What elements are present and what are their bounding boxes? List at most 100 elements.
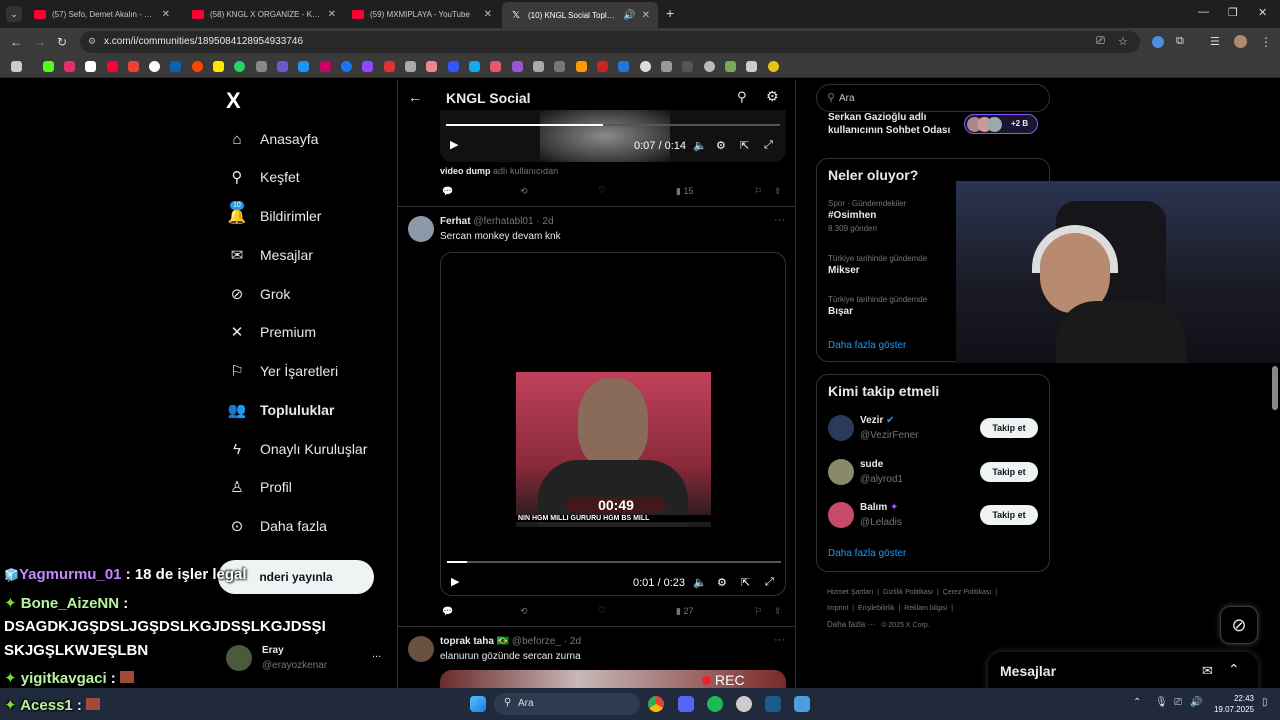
search-icon[interactable]: ⚲: [737, 89, 747, 105]
more-icon[interactable]: ...: [372, 648, 381, 660]
bookmark-site-icon[interactable]: [320, 61, 331, 72]
nav-premium[interactable]: ✕ Premium: [228, 317, 316, 347]
apps-icon[interactable]: [11, 61, 22, 72]
nav-messages[interactable]: ✉ Mesajlar: [228, 240, 313, 270]
scrollbar[interactable]: [1272, 366, 1278, 410]
profile-avatar[interactable]: [1234, 35, 1247, 48]
bookmark-instagram-icon[interactable]: [64, 61, 75, 72]
avatar[interactable]: [408, 636, 434, 662]
views-count[interactable]: ▮ 15: [676, 186, 693, 197]
reload-icon[interactable]: ↻: [57, 35, 67, 49]
bookmark-outlook-icon[interactable]: [170, 61, 181, 72]
like-icon[interactable]: ♡: [598, 605, 606, 616]
bookmark-site-icon[interactable]: [768, 61, 779, 72]
bookmark-site-icon[interactable]: [277, 61, 288, 72]
tray-chevron-icon[interactable]: ⌃: [1133, 697, 1141, 708]
repost-icon[interactable]: ⟲: [520, 606, 528, 617]
settings-icon[interactable]: ⚙: [717, 576, 727, 589]
live-space-card[interactable]: Serkan Gazioğlu adlı kullanıcının Sohbet…: [828, 112, 1048, 142]
close-icon[interactable]: ✕: [328, 9, 336, 20]
tab-search-icon[interactable]: ⌄: [6, 6, 22, 22]
url-field[interactable]: ⚙ x.com/i/communities/189508412895493374…: [80, 31, 1140, 53]
bookmark-reddit-icon[interactable]: [192, 61, 203, 72]
bookmark-site-icon[interactable]: [405, 61, 416, 72]
grok-floating-button[interactable]: ⊘: [1220, 606, 1258, 644]
nav-verified-orgs[interactable]: ϟ Onaylı Kuruluşlar: [228, 434, 367, 464]
back-arrow-icon[interactable]: ←: [408, 89, 422, 105]
media-icon[interactable]: ☰: [1210, 35, 1220, 48]
close-icon[interactable]: ✕: [162, 9, 170, 20]
follow-button[interactable]: Takip et: [980, 418, 1038, 438]
maximize-icon[interactable]: ❐: [1228, 6, 1238, 19]
taskbar-search-input[interactable]: ⚲ Ara: [494, 693, 640, 715]
nav-explore[interactable]: ⚲ Keşfet: [228, 162, 300, 192]
settings-icon[interactable]: ⚙: [766, 88, 779, 105]
notepad-icon[interactable]: [794, 696, 810, 712]
star-icon[interactable]: ☆: [1118, 35, 1128, 48]
video-player[interactable]: ▶ 0:07 / 0:14 🔈 ⚙ ⇱ ⤢: [440, 110, 786, 162]
popout-icon[interactable]: ⇱: [741, 576, 750, 589]
show-more-link[interactable]: Daha fazla göster: [828, 548, 906, 559]
more-icon[interactable]: ···: [774, 634, 785, 646]
play-icon[interactable]: ▶: [451, 575, 459, 588]
steam-icon[interactable]: [765, 696, 781, 712]
follow-button[interactable]: Takip et: [980, 505, 1038, 525]
close-window-icon[interactable]: ✕: [1258, 6, 1267, 19]
bookmark-x-icon[interactable]: [85, 61, 96, 72]
notification-icon[interactable]: ▯: [1262, 697, 1268, 708]
nav-bookmarks[interactable]: ⚐ Yer İşaretleri: [228, 356, 338, 386]
bookmark-gmail-icon[interactable]: [128, 61, 139, 72]
bookmark-site-icon[interactable]: [640, 61, 651, 72]
bookmark-google-icon[interactable]: [149, 61, 160, 72]
discord-icon[interactable]: [678, 696, 694, 712]
bookmark-site-icon[interactable]: [490, 61, 501, 72]
video-player[interactable]: REC: [440, 670, 786, 688]
nav-home[interactable]: ⌂ Anasayfa: [228, 124, 318, 154]
browser-tab-3[interactable]: (59) MXMIPLAYA - YouTube ✕: [344, 4, 500, 24]
network-icon[interactable]: ⎚: [1174, 697, 1182, 708]
reply-icon[interactable]: 💬: [442, 186, 453, 197]
bookmark-site-icon[interactable]: [469, 61, 480, 72]
avatar[interactable]: [408, 216, 434, 242]
share-icon[interactable]: ⇪: [774, 186, 782, 197]
bookmark-site-icon[interactable]: [682, 61, 693, 72]
obs-icon[interactable]: [736, 696, 752, 712]
volume-icon[interactable]: 🔈: [693, 576, 707, 589]
menu-icon[interactable]: ⋮: [1260, 35, 1272, 49]
nav-communities[interactable]: 👥 Topluluklar: [228, 395, 335, 425]
bookmark-site-icon[interactable]: [298, 61, 309, 72]
volume-icon[interactable]: 🔊: [1190, 697, 1202, 708]
speaker-icon[interactable]: 🔊: [623, 10, 635, 21]
bookmark-site-icon[interactable]: [512, 61, 523, 72]
popout-icon[interactable]: ⇱: [740, 139, 749, 152]
nav-grok[interactable]: ⊘ Grok: [228, 279, 291, 309]
bookmark-icon[interactable]: ⚐: [754, 186, 762, 197]
play-icon[interactable]: ▶: [450, 138, 458, 151]
bookmark-site-icon[interactable]: [256, 61, 267, 72]
bookmark-site-icon[interactable]: [554, 61, 565, 72]
follow-suggestion[interactable]: Balım ✦ @Leladis Takip et: [828, 502, 1040, 532]
close-icon[interactable]: ✕: [642, 10, 650, 21]
bookmark-site-icon[interactable]: [597, 61, 608, 72]
messages-drawer[interactable]: Mesajlar ✉ ⌃: [988, 652, 1258, 692]
bookmark-site-icon[interactable]: [448, 61, 459, 72]
views-count[interactable]: ▮ 27: [676, 606, 693, 617]
volume-icon[interactable]: 🔈: [693, 139, 707, 152]
bookmark-site-icon[interactable]: [576, 61, 587, 72]
share-icon[interactable]: ⇪: [774, 606, 782, 617]
expand-up-icon[interactable]: ⌃: [1228, 661, 1240, 678]
bookmark-whatsapp-icon[interactable]: [234, 61, 245, 72]
close-icon[interactable]: ✕: [484, 9, 492, 20]
bookmark-kick-icon[interactable]: [43, 61, 54, 72]
fullscreen-icon[interactable]: ⤢: [765, 576, 774, 589]
more-icon[interactable]: ···: [774, 214, 785, 226]
new-message-icon[interactable]: ✉: [1202, 663, 1213, 679]
bookmark-youtube-icon[interactable]: [107, 61, 118, 72]
video-progress-bar[interactable]: [447, 561, 781, 563]
bookmark-site-icon[interactable]: [426, 61, 437, 72]
reply-icon[interactable]: 💬: [442, 606, 453, 617]
cast-icon[interactable]: ⎚: [1096, 35, 1105, 48]
back-icon[interactable]: ←: [10, 35, 22, 49]
puzzle-icon[interactable]: ⧉: [1176, 35, 1184, 48]
spotify-icon[interactable]: [707, 696, 723, 712]
